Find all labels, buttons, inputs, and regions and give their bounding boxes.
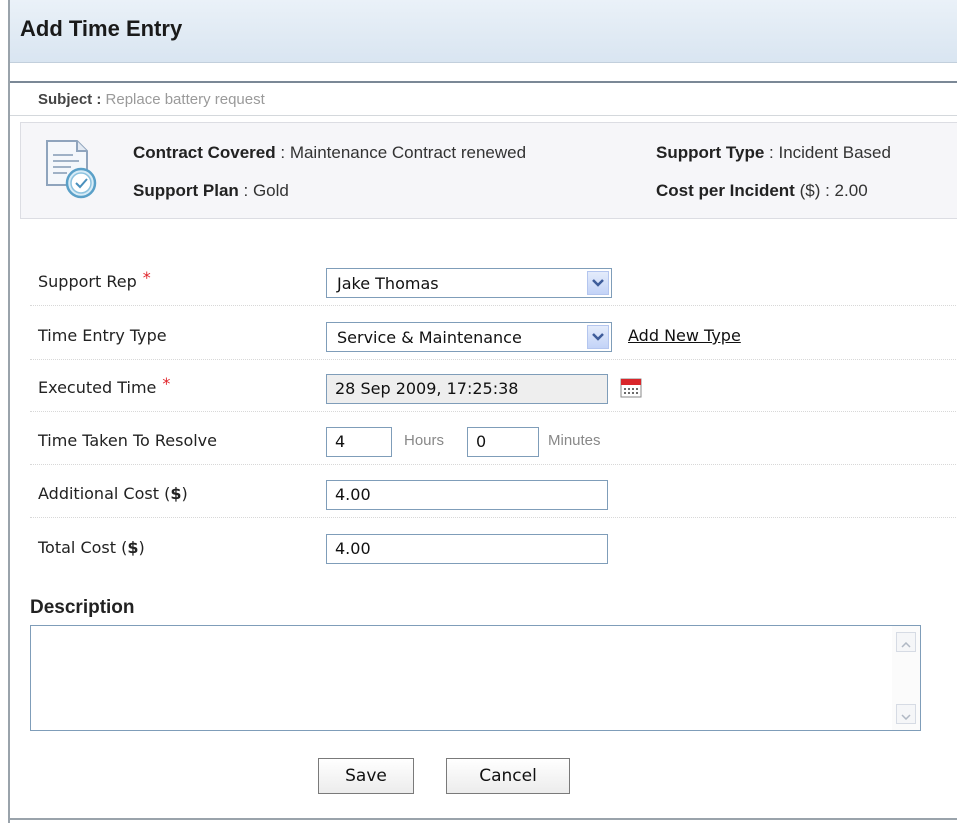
time-entry-type-select[interactable]: Service & Maintenance [326,322,612,352]
cost-per-incident: Cost per Incident ($) : 2.00 [656,181,868,201]
time-entry-type-value: Service & Maintenance [337,328,522,347]
title-bar: Add Time Entry [10,0,957,63]
title-separator [10,63,957,81]
dialog-bottom-border [8,818,957,820]
support-type-label: Support Type [656,143,765,162]
chevron-down-icon[interactable] [587,325,609,349]
row-divider [30,464,957,465]
support-rep-select[interactable]: Jake Thomas [326,268,612,298]
time-entry-type-label: Time Entry Type [38,326,167,345]
subject-bar: Subject : Replace battery request [10,81,957,116]
subject-value: Replace battery request [105,91,265,108]
subject-line: Subject : Replace battery request [38,91,265,108]
save-button[interactable]: Save [318,758,414,794]
time-entry-type-row: Time Entry Type Service & Maintenance Ad… [30,316,957,360]
row-divider [30,411,957,412]
minutes-unit: Minutes [548,432,601,449]
time-taken-row: Time Taken To Resolve 4 Hours 0 Minutes [30,421,957,465]
additional-cost-label: Additional Cost ($) [38,484,188,503]
currency-symbol: $ [127,538,139,557]
row-divider [30,359,957,360]
cost-per-incident-value: : 2.00 [825,181,868,200]
required-marker: * [162,374,171,393]
dialog-title: Add Time Entry [20,16,183,41]
description-scrollbar[interactable] [892,626,920,730]
time-taken-label: Time Taken To Resolve [38,431,217,450]
additional-cost-label-end: ) [181,484,188,503]
executed-time-field[interactable]: 28 Sep 2009, 17:25:38 [326,374,608,404]
chevron-down-icon[interactable] [587,271,609,295]
row-divider [30,517,957,518]
cost-per-incident-label: Cost per Incident [656,181,795,200]
scroll-down-icon[interactable] [896,704,916,724]
contract-clock-icon [46,140,97,199]
support-rep-label: Support Rep * [38,268,151,291]
contract-info-panel: Contract Covered : Maintenance Contract … [20,122,957,219]
hours-input[interactable]: 4 [326,427,392,457]
total-cost-label-end: ) [138,538,145,557]
calendar-icon[interactable] [620,378,642,398]
cost-per-incident-unit: ($) [799,181,821,200]
support-plan: Support Plan : Gold [133,181,289,201]
required-marker: * [142,268,151,287]
subject-label: Subject : [38,91,102,108]
contract-covered: Contract Covered : Maintenance Contract … [133,143,526,163]
executed-time-row: Executed Time * 28 Sep 2009, 17:25:38 [30,368,957,412]
executed-time-label: Executed Time * [38,374,170,397]
row-divider [30,305,957,306]
support-type: Support Type : Incident Based [656,143,891,163]
add-time-entry-dialog: Add Time Entry Subject : Replace battery… [8,0,957,823]
support-rep-label-text: Support Rep [38,272,137,291]
support-plan-label: Support Plan [133,181,239,200]
description-textarea[interactable] [30,625,921,731]
support-rep-row: Support Rep * Jake Thomas [30,262,957,306]
additional-cost-input[interactable]: 4.00 [326,480,608,510]
contract-covered-label: Contract Covered [133,143,276,162]
hours-unit: Hours [404,432,445,449]
description-heading: Description [30,597,135,618]
total-cost-row: Total Cost ($) 4.00 [30,528,957,572]
additional-cost-row: Additional Cost ($) 4.00 [30,474,957,518]
add-new-type-link[interactable]: Add New Type [628,326,741,345]
currency-symbol: $ [170,484,182,503]
support-type-value: : Incident Based [769,143,891,162]
total-cost-label-text: Total Cost ( [38,538,128,557]
contract-covered-value: : Maintenance Contract renewed [280,143,527,162]
cancel-button[interactable]: Cancel [446,758,570,794]
additional-cost-label-text: Additional Cost ( [38,484,171,503]
scroll-up-icon[interactable] [896,632,916,652]
executed-time-label-text: Executed Time [38,378,157,397]
support-plan-value: : Gold [243,181,289,200]
support-rep-value: Jake Thomas [337,274,439,293]
minutes-input[interactable]: 0 [467,427,539,457]
total-cost-label: Total Cost ($) [38,538,145,557]
total-cost-input[interactable]: 4.00 [326,534,608,564]
